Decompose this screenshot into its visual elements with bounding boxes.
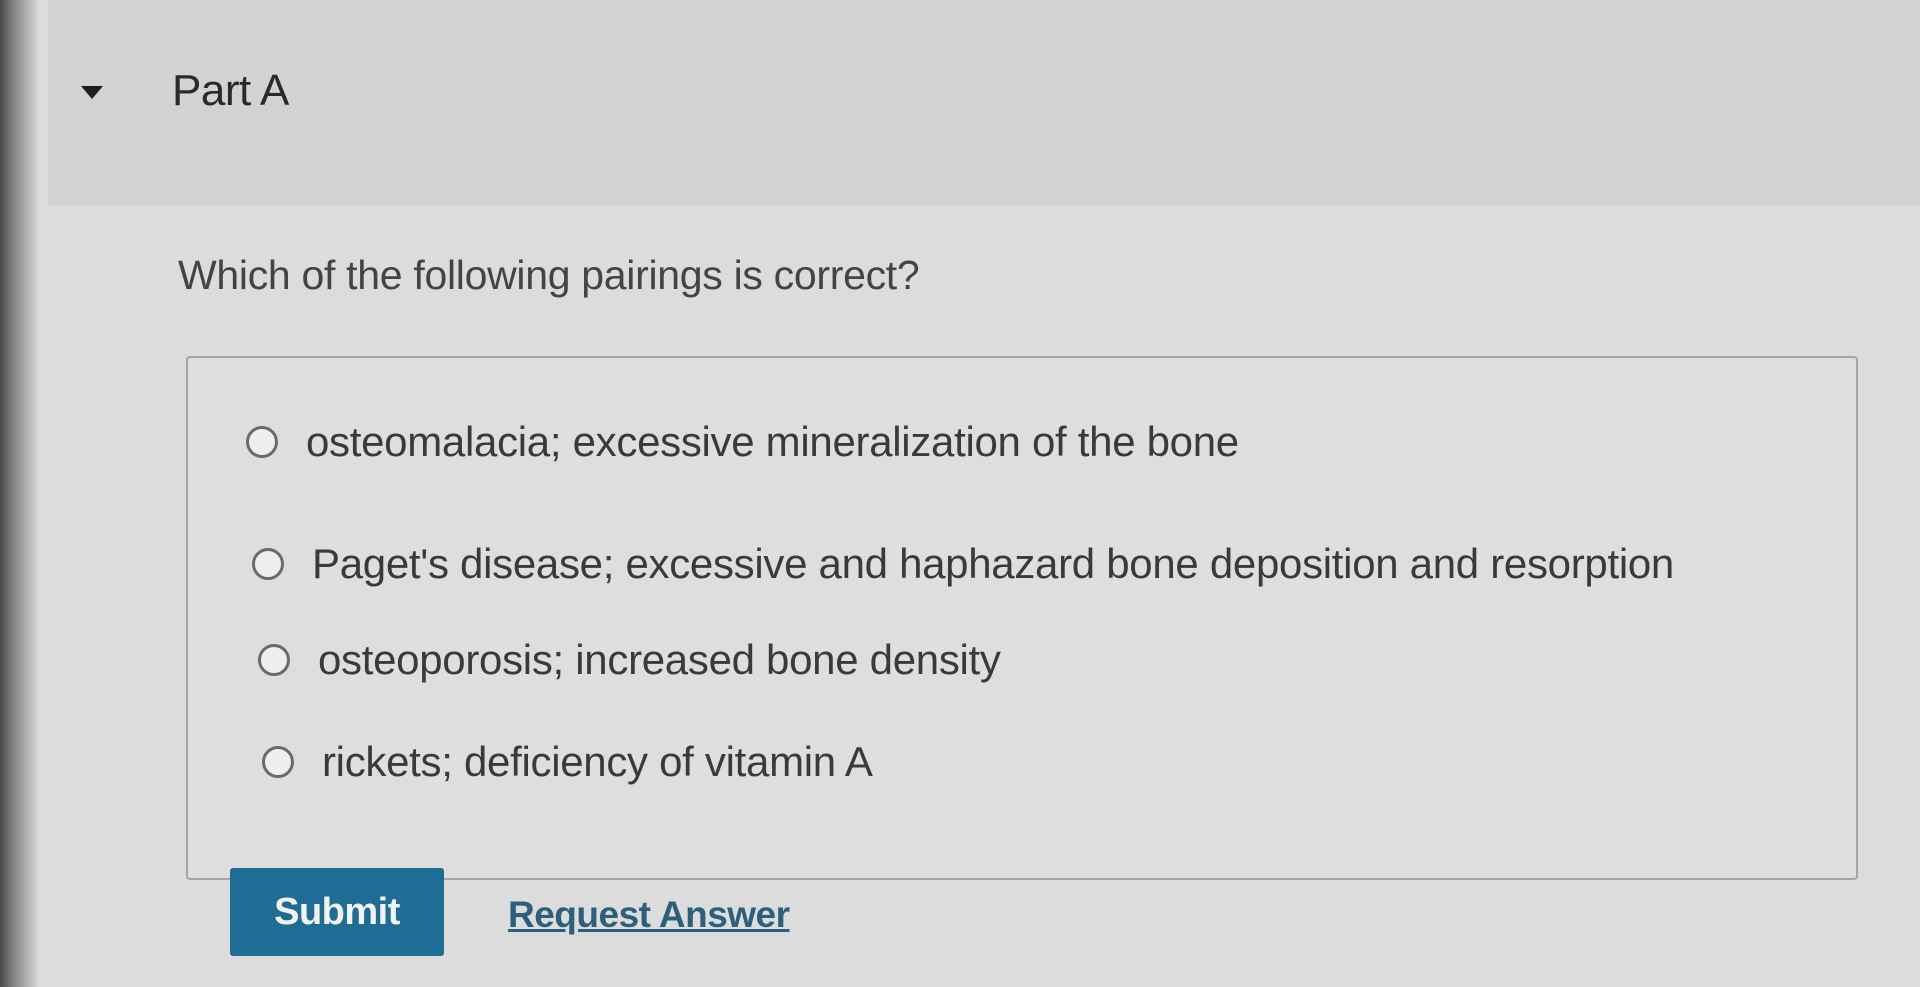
answer-option[interactable]: osteomalacia; excessive mineralization o… bbox=[246, 418, 1239, 466]
radio-button[interactable] bbox=[252, 548, 284, 580]
radio-button[interactable] bbox=[258, 644, 290, 676]
submit-button[interactable]: Submit bbox=[230, 868, 444, 956]
radio-button[interactable] bbox=[246, 426, 278, 458]
answer-option-label: osteomalacia; excessive mineralization o… bbox=[306, 418, 1239, 465]
answer-option[interactable]: Paget's disease; excessive and haphazard… bbox=[252, 540, 1674, 588]
answer-option[interactable]: osteoporosis; increased bone density bbox=[258, 636, 1001, 684]
answer-option-label: osteoporosis; increased bone density bbox=[318, 636, 1001, 683]
answer-option[interactable]: rickets; deficiency of vitamin A bbox=[262, 738, 873, 786]
caret-down-icon bbox=[81, 86, 103, 99]
request-answer-link[interactable]: Request Answer bbox=[508, 894, 790, 936]
part-header bbox=[48, 0, 1920, 205]
part-title: Part A bbox=[172, 66, 289, 115]
screen-edge-shadow bbox=[0, 0, 38, 987]
collapse-toggle[interactable] bbox=[78, 82, 106, 104]
radio-button[interactable] bbox=[262, 746, 294, 778]
answer-option-label: rickets; deficiency of vitamin A bbox=[322, 738, 873, 785]
question-text: Which of the following pairings is corre… bbox=[178, 252, 920, 298]
answer-option-label: Paget's disease; excessive and haphazard… bbox=[312, 540, 1674, 587]
